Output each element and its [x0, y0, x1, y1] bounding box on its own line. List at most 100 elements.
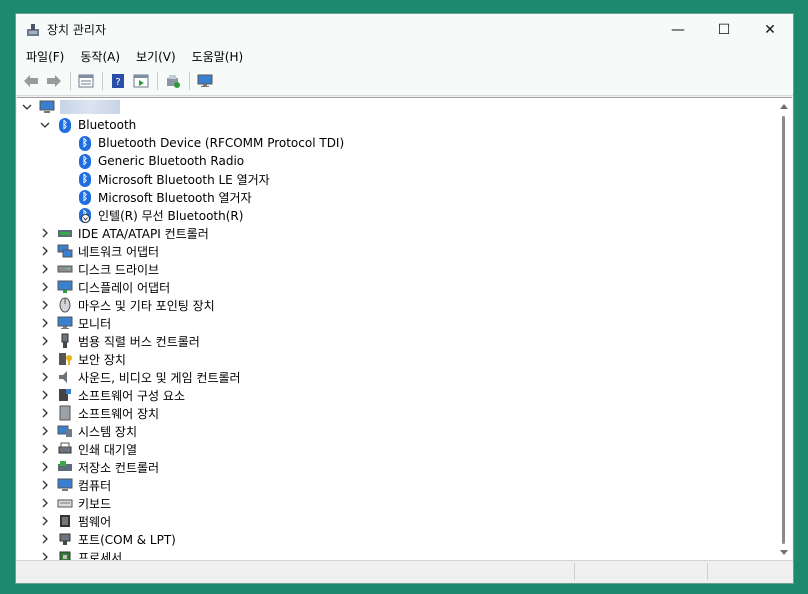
scan-hardware-button[interactable]	[194, 70, 216, 92]
network-adapter-icon	[57, 243, 73, 259]
scroll-thumb[interactable]	[782, 116, 785, 544]
tree-category[interactable]: 펌웨어	[39, 512, 111, 530]
category-label: 보안 장치	[78, 352, 126, 367]
status-cell	[707, 563, 792, 580]
port-icon	[57, 531, 73, 547]
tree-category[interactable]: 마우스 및 기타 포인팅 장치	[39, 296, 215, 314]
keyboard-icon	[57, 495, 73, 511]
back-button[interactable]	[20, 70, 42, 92]
category-label: 사운드, 비디오 및 게임 컨트롤러	[78, 370, 241, 385]
forward-button[interactable]	[43, 70, 65, 92]
tree-device[interactable]: ᛒ Microsoft Bluetooth LE 열거자	[77, 170, 270, 188]
bluetooth-icon: ᛒ	[77, 171, 93, 187]
window-title: 장치 관리자	[47, 23, 107, 37]
category-label: 디스크 드라이브	[78, 262, 160, 277]
chevron-right-icon[interactable]	[39, 515, 51, 527]
scroll-up-arrow[interactable]	[780, 104, 788, 109]
chevron-right-icon[interactable]	[39, 425, 51, 437]
chevron-right-icon[interactable]	[39, 461, 51, 473]
tree-category[interactable]: 소프트웨어 구성 요소	[39, 386, 185, 404]
firmware-icon	[57, 513, 73, 529]
device-label: 인텔(R) 무선 Bluetooth(R)	[98, 208, 244, 223]
computer-icon	[39, 99, 55, 115]
category-label: 소프트웨어 구성 요소	[78, 388, 185, 403]
tree-root[interactable]	[21, 98, 120, 116]
toolbar-separator	[189, 72, 190, 90]
tree-category[interactable]: 시스템 장치	[39, 422, 137, 440]
category-label: 포트(COM & LPT)	[78, 532, 176, 547]
chevron-right-icon[interactable]	[39, 479, 51, 491]
chevron-right-icon[interactable]	[39, 497, 51, 509]
vertical-scrollbar[interactable]	[778, 100, 790, 559]
chevron-down-icon[interactable]	[21, 101, 33, 113]
chevron-right-icon[interactable]	[39, 443, 51, 455]
tree-device[interactable]: ᛒ Bluetooth Device (RFCOMM Protocol TDI)	[77, 134, 344, 152]
update-driver-button[interactable]	[162, 70, 184, 92]
run-button[interactable]	[130, 70, 152, 92]
close-button[interactable]: ✕	[747, 14, 793, 45]
tree-device[interactable]: ᛒ Generic Bluetooth Radio	[77, 152, 244, 170]
tree-device[interactable]: ᛒ 인텔(R) 무선 Bluetooth(R)	[77, 206, 243, 224]
tree-category[interactable]: 디스크 드라이브	[39, 260, 159, 278]
ide-controller-icon	[57, 225, 73, 241]
chevron-down-icon[interactable]	[39, 119, 51, 131]
tree-category[interactable]: 소프트웨어 장치	[39, 404, 159, 422]
menu-action[interactable]: 동작(A)	[74, 48, 126, 65]
tree-category[interactable]: IDE ATA/ATAPI 컨트롤러	[39, 224, 209, 242]
category-label: 저장소 컨트롤러	[78, 460, 160, 475]
chevron-right-icon[interactable]	[39, 371, 51, 383]
tree-category[interactable]: 디스플레이 어댑터	[39, 278, 170, 296]
chevron-right-icon[interactable]	[39, 389, 51, 401]
category-label: 펌웨어	[78, 514, 112, 529]
bluetooth-icon: ᛒ	[57, 117, 73, 133]
menu-view[interactable]: 보기(V)	[130, 48, 182, 65]
chevron-right-icon[interactable]	[39, 299, 51, 311]
chevron-right-icon[interactable]	[39, 317, 51, 329]
minimize-button[interactable]: —	[655, 14, 701, 45]
chevron-right-icon[interactable]	[39, 227, 51, 239]
monitor-icon	[57, 315, 73, 331]
device-label: Generic Bluetooth Radio	[98, 154, 245, 168]
scroll-down-arrow[interactable]	[780, 550, 788, 555]
tree-category[interactable]: 보안 장치	[39, 350, 126, 368]
tree-category[interactable]: 키보드	[39, 494, 111, 512]
properties-button[interactable]	[75, 70, 97, 92]
toolbar-separator	[157, 72, 158, 90]
svg-text:?: ?	[115, 77, 120, 88]
chevron-right-icon[interactable]	[39, 281, 51, 293]
tree-category[interactable]: 포트(COM & LPT)	[39, 530, 176, 548]
tree-category[interactable]: 네트워크 어댑터	[39, 242, 159, 260]
update-driver-icon	[167, 75, 180, 88]
device-manager-window: 장치 관리자 — ☐ ✕ 파일(F) 동작(A) 보기(V) 도움말(H) ?	[15, 13, 794, 584]
help-button[interactable]: ?	[107, 70, 129, 92]
tree-category[interactable]: 모니터	[39, 314, 111, 332]
usb-icon	[57, 333, 73, 349]
tree-category-bluetooth[interactable]: ᛒ Bluetooth	[39, 116, 136, 134]
chevron-right-icon[interactable]	[39, 533, 51, 545]
title-bar[interactable]: 장치 관리자 — ☐ ✕	[16, 14, 793, 45]
storage-controller-icon	[57, 459, 73, 475]
tree-category[interactable]: 인쇄 대기열	[39, 440, 137, 458]
minimize-icon: —	[671, 21, 685, 38]
category-label: Bluetooth	[78, 118, 137, 132]
menu-help[interactable]: 도움말(H)	[186, 48, 250, 65]
chevron-right-icon[interactable]	[39, 335, 51, 347]
tree-category[interactable]: 범용 직렬 버스 컨트롤러	[39, 332, 200, 350]
tree-device[interactable]: ᛒ Microsoft Bluetooth 열거자	[77, 188, 252, 206]
maximize-button[interactable]: ☐	[701, 14, 747, 45]
tree-category[interactable]: 컴퓨터	[39, 476, 111, 494]
chevron-right-icon[interactable]	[39, 263, 51, 275]
disk-drive-icon	[57, 261, 73, 277]
device-label: Bluetooth Device (RFCOMM Protocol TDI)	[98, 136, 345, 150]
chevron-right-icon[interactable]	[39, 353, 51, 365]
tree-category[interactable]: 사운드, 비디오 및 게임 컨트롤러	[39, 368, 241, 386]
device-tree[interactable]: ᛒ Bluetooth ᛒ Bluetooth Device (RFCOMM P…	[17, 97, 792, 561]
toolbar-separator	[102, 72, 103, 90]
chevron-right-icon[interactable]	[39, 407, 51, 419]
menu-file[interactable]: 파일(F)	[20, 48, 70, 65]
chevron-right-icon[interactable]	[39, 245, 51, 257]
category-label: 디스플레이 어댑터	[78, 280, 171, 295]
back-icon	[24, 75, 38, 87]
software-component-icon	[57, 387, 73, 403]
tree-category[interactable]: 저장소 컨트롤러	[39, 458, 159, 476]
